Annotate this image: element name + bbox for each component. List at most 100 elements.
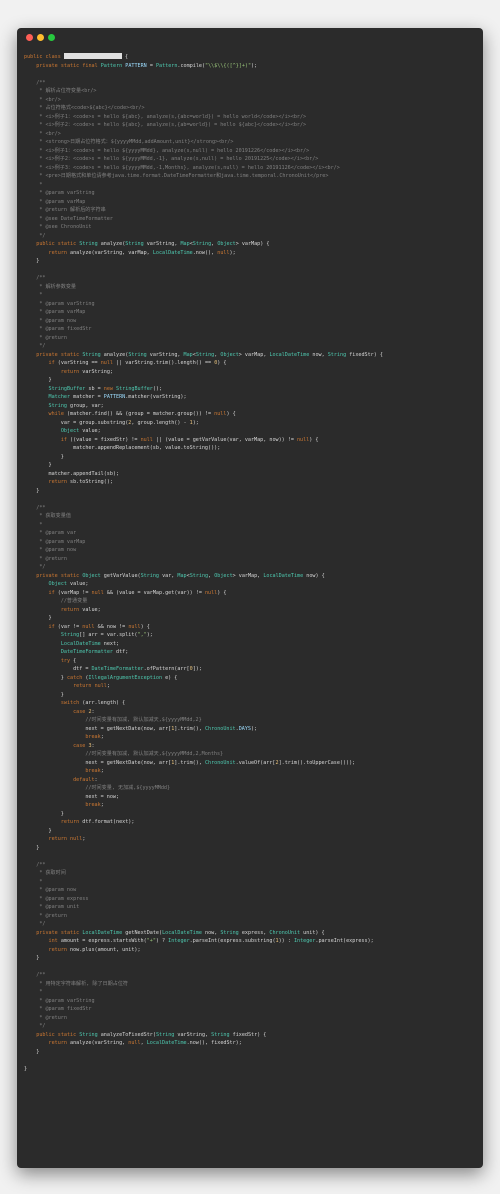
code-line: StringBuffer sb = new StringBuffer(); xyxy=(48,385,163,392)
code-line: * @param express xyxy=(24,895,89,902)
code-line: * <br/> xyxy=(24,96,61,103)
code-line: private static final Pattern PATTERN = P… xyxy=(36,62,258,69)
code-line: */ xyxy=(24,232,46,239)
code-line: } xyxy=(24,810,64,817)
code-line: * 解析参数变量 xyxy=(24,283,77,290)
code-line: try { xyxy=(60,657,77,664)
code-line: * @param now xyxy=(24,887,77,893)
code-line: public static String analyze(String varS… xyxy=(36,241,270,247)
code-line: * @param var xyxy=(24,530,77,536)
code-line: * @param fixedStr xyxy=(24,326,92,332)
minimize-dot-icon[interactable] xyxy=(37,34,44,41)
code-line: return dtf.format(next); xyxy=(60,819,135,825)
code-line: * xyxy=(24,292,43,298)
code-line: * xyxy=(24,878,43,885)
code-line: * <i>例子2：<code>s = hello ${abc}, analyze… xyxy=(24,122,307,128)
code-line: /** xyxy=(24,275,46,281)
code-line: } xyxy=(24,827,52,834)
code-line: * xyxy=(24,989,43,995)
code-line: return null; xyxy=(73,683,110,689)
code-line: * @return xyxy=(24,1014,67,1021)
code-line: } xyxy=(24,453,64,460)
code-line: break; xyxy=(85,768,104,774)
code-line: * @param fixedStr xyxy=(24,1006,92,1012)
code-line: */ xyxy=(24,564,46,570)
code-line: switch (arr.length) { xyxy=(60,700,126,706)
code-line: * @param varString xyxy=(24,190,95,196)
code-line: * @return xyxy=(24,555,67,562)
code-line: //时间变量有加减, 默认加减天,${yyyyMMdd,2} xyxy=(24,717,202,723)
code-line: */ xyxy=(24,343,46,349)
code-line: } xyxy=(24,955,40,961)
code-line: * <br/> xyxy=(24,130,61,137)
code-line: } xyxy=(24,615,52,621)
code-line: * 占位符格式<code>${abc}</code><br/> xyxy=(24,105,145,111)
code-line: return value; xyxy=(60,606,101,613)
code-line: if (varString == null || varString.trim(… xyxy=(48,360,227,366)
code-line: * @param varMap xyxy=(24,198,86,205)
code-line: * 用特定字符串解析, 除了日期占位符 xyxy=(24,980,129,987)
code-line: } xyxy=(24,377,52,383)
code-line: * @param varString xyxy=(24,997,95,1004)
code-line: } xyxy=(24,844,40,851)
code-line: */ xyxy=(24,921,46,927)
code-line: /** xyxy=(24,972,46,978)
code-line: if (varMap != null && (value = varMap.ge… xyxy=(48,589,227,596)
code-line: if ((value = fixedStr) != null || (value… xyxy=(60,436,319,443)
code-line: * @param now xyxy=(24,317,77,324)
code-line: dtf = DateTimeFormatter.ofPattern(arr[0]… xyxy=(24,666,202,672)
code-line: return now.plus(amount, unit); xyxy=(48,946,141,953)
code-line: LocalDateTime next; xyxy=(60,640,120,647)
code-line: * <i>例子1：<code>s = hello ${abc}, analyze… xyxy=(24,113,307,120)
window-titlebar xyxy=(17,28,483,48)
code-line: * @return xyxy=(24,334,67,341)
code-line: //时间变量, 无加减,${yyyyMMdd} xyxy=(24,785,171,791)
code-window: public class { private static final Patt… xyxy=(17,28,483,1168)
code-line: matcher.appendReplacement(sb, value.toSt… xyxy=(24,445,221,451)
redacted-class-name xyxy=(63,53,122,59)
code-line: break; xyxy=(85,802,104,808)
code-line: * <strong>日期占位符格式：${yyyyMMdd,addAmount,u… xyxy=(24,139,234,145)
code-line: * 获取变量值 xyxy=(24,513,71,519)
close-dot-icon[interactable] xyxy=(26,34,33,41)
code-line: case 3: xyxy=(73,742,95,749)
code-line: * 获取时间 xyxy=(24,870,66,876)
code-line: * <i>例子1：<code>s = hello ${yyyyMMdd}, an… xyxy=(24,147,310,154)
code-line: private static Object getVarValue(String… xyxy=(36,572,325,579)
code-line: Object value; xyxy=(60,428,101,434)
code-line: matcher.appendTail(sb); xyxy=(24,470,120,477)
code-line: * @param varMap xyxy=(24,309,86,315)
code-line: return analyze(varString, varMap, LocalD… xyxy=(48,249,236,256)
code-line: * @param now xyxy=(24,547,77,553)
code-line: next = getNextDate(now, arr[1].trim(), C… xyxy=(24,725,258,732)
code-line: } xyxy=(24,691,64,698)
code-line: if (var != null && now != null) { xyxy=(48,623,150,630)
code-line: next = now; xyxy=(24,793,120,800)
code-line: public class { xyxy=(24,53,129,60)
code-line: while (matcher.find() && (group = matche… xyxy=(48,411,236,417)
code-line: /** xyxy=(24,79,46,86)
code-line: * @see DateTimeFormatter xyxy=(24,215,113,222)
code-line: return analyze(varString, null, LocalDat… xyxy=(48,1040,242,1046)
code-line: private static String analyze(String var… xyxy=(36,351,383,358)
code-line: String[] arr = var.split(","); xyxy=(60,632,153,638)
code-line: var = group.substring(2, group.length() … xyxy=(24,419,199,426)
code-line: DateTimeFormatter dtf; xyxy=(60,649,129,655)
code-line: return varString; xyxy=(60,368,113,375)
code-line: //普通变量 xyxy=(24,598,88,604)
code-line: return sb.toString(); xyxy=(48,479,113,485)
code-line: case 2: xyxy=(73,708,95,715)
code-line: private static LocalDateTime getNextDate… xyxy=(36,929,325,936)
code-line: } xyxy=(24,258,40,264)
code-line: /** xyxy=(24,504,46,511)
code-line: * @return 解析后的字符串 xyxy=(24,207,106,213)
code-line: String group, var; xyxy=(48,402,104,409)
code-line: * 解析占位符变量<br/> xyxy=(24,88,97,94)
maximize-dot-icon[interactable] xyxy=(48,34,55,41)
